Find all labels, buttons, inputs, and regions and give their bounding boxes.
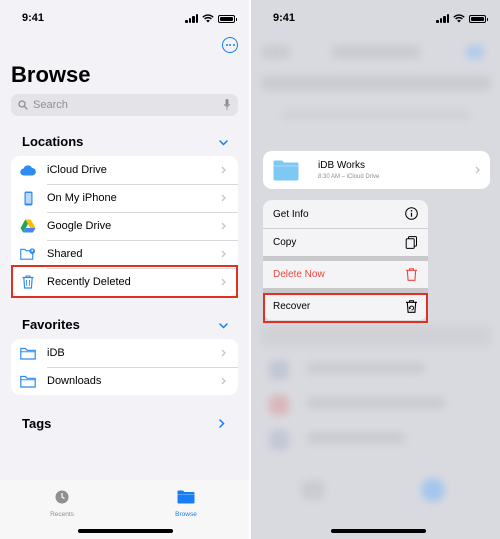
folder-icon bbox=[20, 345, 36, 361]
wifi-icon bbox=[202, 14, 214, 23]
menu-item-copy[interactable]: Copy bbox=[263, 228, 428, 256]
status-bar: 9:41 bbox=[22, 12, 237, 26]
chevron-right-icon bbox=[475, 166, 480, 174]
locations-header[interactable]: Locations bbox=[22, 134, 83, 149]
location-label: Google Drive bbox=[47, 220, 112, 232]
file-preview-card[interactable]: iDB Works 8:30 AM – iCloud Drive bbox=[263, 151, 490, 189]
chevron-right-icon bbox=[221, 194, 226, 202]
menu-item-delete-now[interactable]: Delete Now bbox=[263, 256, 428, 288]
favorite-item-idb[interactable]: iDB bbox=[11, 339, 238, 367]
search-placeholder: Search bbox=[33, 99, 68, 111]
location-label: Shared bbox=[47, 248, 83, 260]
clock-icon bbox=[55, 490, 69, 504]
shared-folder-icon bbox=[20, 246, 36, 262]
menu-item-get-info[interactable]: Get Info bbox=[263, 200, 428, 228]
status-bar: 9:41 bbox=[273, 12, 488, 26]
google-drive-icon bbox=[20, 218, 36, 234]
home-indicator bbox=[78, 529, 173, 533]
tags-header[interactable]: Tags bbox=[22, 416, 51, 431]
cellular-signal-icon bbox=[185, 14, 198, 23]
cellular-signal-icon bbox=[436, 14, 449, 23]
location-label: iCloud Drive bbox=[47, 164, 107, 176]
favorite-item-downloads[interactable]: Downloads bbox=[11, 367, 238, 395]
page-title: Browse bbox=[11, 62, 91, 87]
tab-label: Recents bbox=[50, 511, 74, 518]
battery-icon bbox=[469, 14, 488, 23]
chevron-right-icon bbox=[221, 166, 226, 174]
highlight-box-recently-deleted bbox=[11, 265, 238, 298]
search-field[interactable]: Search bbox=[11, 94, 238, 116]
home-indicator bbox=[331, 529, 426, 533]
menu-item-label: Copy bbox=[273, 237, 297, 248]
chevron-down-icon[interactable] bbox=[219, 323, 228, 329]
status-icons bbox=[436, 14, 488, 23]
file-name: iDB Works bbox=[318, 160, 366, 171]
location-item-on-my-iphone[interactable]: On My iPhone bbox=[11, 184, 238, 212]
more-options-button[interactable] bbox=[222, 37, 238, 53]
chevron-right-icon bbox=[221, 349, 226, 357]
location-item-icloud-drive[interactable]: iCloud Drive bbox=[11, 156, 238, 184]
chevron-down-icon[interactable] bbox=[219, 140, 228, 146]
status-icons bbox=[185, 14, 237, 23]
screenshot-pair: 9:41 Browse Search Locations iCloud Driv… bbox=[0, 0, 500, 539]
file-meta: 8:30 AM – iCloud Drive bbox=[318, 174, 380, 180]
trash-icon bbox=[406, 268, 417, 281]
tab-label: Browse bbox=[175, 511, 197, 518]
copy-icon bbox=[405, 236, 417, 249]
chevron-right-icon[interactable] bbox=[219, 419, 225, 428]
highlight-box-recover bbox=[263, 293, 428, 323]
favorite-label: Downloads bbox=[47, 375, 102, 387]
favorite-label: iDB bbox=[47, 347, 65, 359]
chevron-right-icon bbox=[221, 222, 226, 230]
folder-icon bbox=[273, 160, 299, 181]
browse-screen: 9:41 Browse Search Locations iCloud Driv… bbox=[0, 0, 249, 539]
microphone-icon[interactable] bbox=[224, 99, 230, 111]
tab-browse[interactable]: Browse bbox=[166, 490, 206, 518]
favorites-list: iDB Downloads bbox=[11, 339, 238, 395]
chevron-right-icon bbox=[221, 250, 226, 258]
menu-item-label: Get Info bbox=[273, 208, 309, 220]
icloud-icon bbox=[20, 162, 36, 178]
status-time: 9:41 bbox=[273, 12, 296, 24]
search-icon bbox=[18, 100, 28, 110]
info-icon bbox=[405, 207, 418, 220]
iphone-icon bbox=[20, 190, 36, 206]
wifi-icon bbox=[453, 14, 465, 23]
favorites-header[interactable]: Favorites bbox=[22, 317, 80, 332]
status-time: 9:41 bbox=[22, 12, 45, 24]
folder-icon bbox=[177, 490, 195, 504]
battery-icon bbox=[218, 14, 237, 23]
folder-icon bbox=[20, 373, 36, 389]
chevron-right-icon bbox=[221, 377, 226, 385]
context-menu-screen: 9:41 iDB Works 8:30 AM – iCloud Drive Ge… bbox=[251, 0, 500, 539]
menu-item-label: Delete Now bbox=[273, 269, 325, 280]
location-item-google-drive[interactable]: Google Drive bbox=[11, 212, 238, 240]
location-label: On My iPhone bbox=[47, 192, 117, 204]
location-item-shared[interactable]: Shared bbox=[11, 240, 238, 268]
tab-recents[interactable]: Recents bbox=[42, 490, 82, 518]
